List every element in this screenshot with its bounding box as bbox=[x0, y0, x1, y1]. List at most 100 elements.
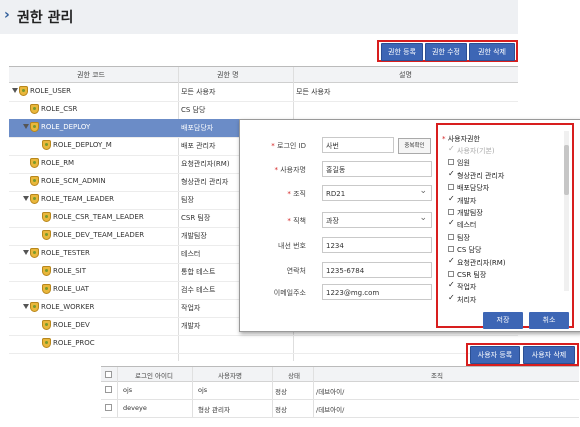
duplicate-check-button[interactable]: 중복확인 bbox=[398, 138, 431, 154]
position-select[interactable]: 과장 bbox=[322, 210, 432, 228]
role-icon bbox=[42, 140, 51, 150]
cell-org: /데브아이/ bbox=[316, 406, 345, 414]
user-name-field[interactable]: 홍길동 bbox=[322, 161, 432, 177]
position-select-value: 과장 bbox=[326, 217, 339, 225]
role-checkbox[interactable] bbox=[448, 246, 454, 253]
user-name-label: * 사용자명 bbox=[274, 166, 307, 174]
role-checkbox[interactable] bbox=[448, 159, 454, 166]
expand-arrow-icon[interactable] bbox=[23, 196, 29, 201]
email-field[interactable]: 1223@mg.com bbox=[322, 284, 432, 300]
cell-status: 정상 bbox=[275, 406, 287, 414]
role-option-label: 형상관리 관리자 bbox=[457, 171, 505, 180]
roles-scrollbar[interactable] bbox=[564, 131, 569, 291]
row-checkbox[interactable] bbox=[105, 404, 112, 411]
title-bar bbox=[0, 0, 518, 34]
role-icon bbox=[30, 194, 39, 204]
role-name: 작업자 bbox=[181, 304, 201, 312]
role-option-label: 테스터 bbox=[457, 221, 477, 230]
role-code: ROLE_CSR_TEAM_LEADER bbox=[53, 213, 144, 221]
role-name: CS 담당 bbox=[181, 106, 206, 114]
position-label: * 직책 bbox=[287, 217, 306, 225]
tree-header: 권한 코드 권한 명 설명 bbox=[9, 67, 518, 83]
checkmark-icon[interactable]: ✓ bbox=[448, 194, 455, 203]
cancel-button[interactable]: 취소 bbox=[529, 312, 569, 329]
role-icon bbox=[42, 266, 51, 276]
expand-arrow-icon[interactable] bbox=[12, 88, 18, 93]
header-user-name: 사용자명 bbox=[218, 372, 242, 380]
user-roles-panel: * 사용자권한 ✓ 사용자(기본) 임원 ✓ 형상관리 관리자 배포담당자 ✓ 개발자 개발팀장… bbox=[436, 123, 574, 329]
user-edit-popup: * 로그인 ID 사번 중복확인 * 사용자명 홍길동 * 조직 RD21 * … bbox=[239, 119, 580, 332]
role-name: 개발팀장 bbox=[181, 232, 207, 240]
role-icon bbox=[19, 86, 28, 96]
expand-arrow-icon[interactable] bbox=[23, 250, 29, 255]
checkmark-icon[interactable]: ✓ bbox=[448, 218, 455, 227]
role-name: 테스터 bbox=[181, 250, 201, 258]
phone-field[interactable]: 1235-6784 bbox=[322, 262, 432, 278]
login-id-field[interactable]: 사번 bbox=[322, 137, 394, 153]
roles-title: * 사용자권한 bbox=[442, 135, 480, 143]
header-role-name: 권한 명 bbox=[217, 71, 239, 79]
cell-user-name: 형상 관리자 bbox=[198, 406, 230, 414]
register-user-button[interactable]: 사용자 등록 bbox=[470, 346, 520, 364]
role-icon bbox=[30, 176, 39, 186]
delete-role-button[interactable]: 권한 삭제 bbox=[469, 43, 515, 61]
tree-row[interactable]: ROLE_PROC bbox=[9, 335, 518, 354]
role-icon bbox=[42, 212, 51, 222]
header-description: 설명 bbox=[399, 71, 412, 79]
register-role-button[interactable]: 권한 등록 bbox=[381, 43, 423, 61]
select-all-checkbox[interactable] bbox=[105, 371, 112, 378]
role-icon bbox=[42, 338, 51, 348]
role-name: 요청관리자(RM) bbox=[181, 160, 230, 168]
page-title: 권한 관리 bbox=[17, 10, 74, 26]
checkmark-icon[interactable]: ✓ bbox=[448, 256, 455, 265]
role-code: ROLE_PROC bbox=[53, 339, 95, 347]
role-option-label: 요청관리자(RM) bbox=[457, 258, 506, 267]
role-name: 팀장 bbox=[181, 196, 194, 204]
save-button[interactable]: 저장 bbox=[483, 312, 523, 329]
role-option-label: 처리자 bbox=[457, 295, 477, 304]
role-code: ROLE_DEPLOY_M bbox=[53, 141, 112, 149]
role-code: ROLE_DEV bbox=[53, 321, 90, 329]
role-description: 모든 사용자 bbox=[296, 88, 331, 96]
checkmark-icon[interactable]: ✓ bbox=[448, 293, 455, 302]
tree-row[interactable]: ROLE_USER 모든 사용자 모든 사용자 bbox=[9, 83, 518, 102]
edit-role-button[interactable]: 권한 수정 bbox=[425, 43, 467, 61]
role-icon bbox=[42, 320, 51, 330]
checkmark-icon[interactable]: ✓ bbox=[448, 169, 455, 178]
role-checkbox[interactable] bbox=[448, 184, 454, 191]
role-option-label: 개발팀장 bbox=[457, 209, 483, 217]
ext-field[interactable]: 1234 bbox=[322, 237, 432, 253]
role-option-label: 작업자 bbox=[457, 283, 477, 292]
role-option-label: CS 담당 bbox=[457, 246, 482, 255]
org-select[interactable]: RD21 bbox=[322, 183, 432, 201]
phone-label: 연락처 bbox=[286, 267, 306, 275]
table-row[interactable]: ojs ojs 정상 /데브아이/ bbox=[101, 382, 579, 400]
role-option-label: 사용자(기본) bbox=[457, 147, 495, 155]
ext-label: 내선 번호 bbox=[278, 242, 306, 250]
role-code: ROLE_DEV_TEAM_LEADER bbox=[53, 231, 145, 239]
role-name: 검수 테스트 bbox=[181, 286, 216, 294]
cell-login-id: deveye bbox=[123, 404, 147, 412]
role-checkbox[interactable] bbox=[448, 271, 454, 277]
row-checkbox[interactable] bbox=[105, 386, 112, 393]
cell-status: 정상 bbox=[275, 388, 287, 396]
tree-row[interactable]: ROLE_CSR CS 담당 bbox=[9, 101, 518, 120]
role-checkbox[interactable] bbox=[448, 233, 454, 240]
expand-arrow-icon[interactable] bbox=[23, 304, 29, 309]
login-id-label: * 로그인 ID bbox=[271, 142, 306, 150]
header-login-id: 로그인 아이디 bbox=[135, 372, 173, 380]
role-code: ROLE_SCM_ADMIN bbox=[41, 177, 106, 185]
table-row[interactable]: deveye 형상 관리자 정상 /데브아이/ bbox=[101, 400, 579, 418]
role-checkbox[interactable] bbox=[448, 209, 454, 215]
role-name: 개발자 bbox=[181, 322, 201, 330]
checkmark-icon[interactable]: ✓ bbox=[448, 144, 455, 153]
chevron-right-icon: › bbox=[4, 7, 10, 23]
role-icon bbox=[30, 104, 39, 114]
expand-arrow-icon[interactable] bbox=[23, 124, 29, 129]
delete-user-button[interactable]: 사용자 삭제 bbox=[523, 346, 575, 364]
role-name: 형상관리 관리자 bbox=[181, 178, 229, 186]
role-code: ROLE_RM bbox=[41, 159, 75, 167]
scrollbar-thumb[interactable] bbox=[564, 145, 569, 195]
role-icon bbox=[42, 230, 51, 240]
checkmark-icon[interactable]: ✓ bbox=[448, 280, 455, 289]
